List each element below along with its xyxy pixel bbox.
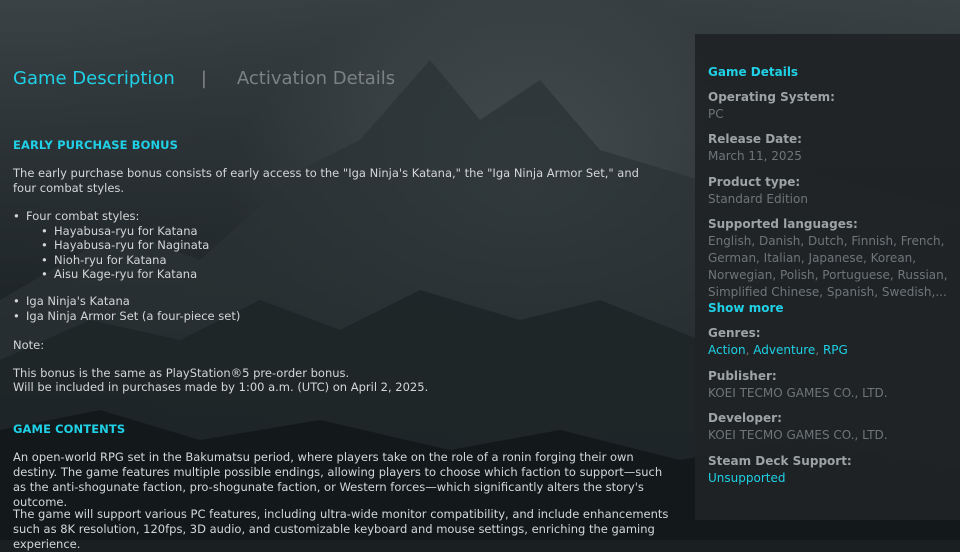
- genres-value: Action, Adventure, RPG: [708, 343, 848, 357]
- product-type-value: Standard Edition: [708, 192, 808, 206]
- description-tabs: Game Description | Activation Details: [13, 68, 395, 89]
- release-date-label: Release Date:: [708, 132, 802, 146]
- genre-link-action[interactable]: Action: [708, 343, 746, 357]
- show-more-link[interactable]: Show more: [708, 301, 784, 315]
- genre-link-adventure[interactable]: Adventure: [753, 343, 815, 357]
- os-label: Operating System:: [708, 90, 835, 104]
- developer-value: KOEI TECMO GAMES CO., LTD.: [708, 428, 888, 442]
- list-item: Aisu Kage-ryu for Katana: [54, 267, 209, 282]
- tab-game-description[interactable]: Game Description: [13, 68, 175, 89]
- developer-label: Developer:: [708, 411, 782, 425]
- early-bonus-intro: The early purchase bonus consists of ear…: [13, 166, 639, 195]
- release-date-value: March 11, 2025: [708, 149, 802, 163]
- list-item: Four combat styles: Hayabusa-ryu for Kat…: [26, 209, 209, 282]
- game-contents-para-2: The game will support various PC feature…: [13, 507, 669, 551]
- game-contents-heading: GAME CONTENTS: [13, 422, 126, 436]
- game-details-title: Game Details: [708, 65, 799, 79]
- list-item: Iga Ninja's Katana: [26, 294, 240, 309]
- note-label: Note:: [13, 338, 45, 352]
- game-contents-para-1: An open-world RPG set in the Bakumatsu p…: [13, 450, 663, 509]
- languages-value: English, Danish, Dutch, Finnish, French,…: [708, 234, 948, 299]
- early-bonus-heading: EARLY PURCHASE BONUS: [13, 138, 178, 152]
- note-line-1: This bonus is the same as PlayStation®5 …: [13, 366, 350, 380]
- bonus-items-list: Iga Ninja's Katana Iga Ninja Armor Set (…: [26, 294, 240, 323]
- list-item: Nioh-ryu for Katana: [54, 253, 209, 268]
- product-type-label: Product type:: [708, 175, 801, 189]
- bonus-list: Four combat styles: Hayabusa-ryu for Kat…: [26, 209, 209, 282]
- note-line-2: Will be included in purchases made by 1:…: [13, 380, 429, 394]
- tab-activation-details[interactable]: Activation Details: [237, 68, 395, 89]
- genres-label: Genres:: [708, 326, 761, 340]
- list-item: Iga Ninja Armor Set (a four-piece set): [26, 309, 240, 324]
- steam-deck-value[interactable]: Unsupported: [708, 470, 953, 487]
- list-item: Hayabusa-ryu for Katana: [54, 224, 209, 239]
- genre-link-rpg[interactable]: RPG: [823, 343, 848, 357]
- tab-separator: |: [200, 68, 207, 89]
- publisher-value: KOEI TECMO GAMES CO., LTD.: [708, 386, 888, 400]
- steam-deck-label: Steam Deck Support:: [708, 454, 852, 468]
- languages-label: Supported languages:: [708, 217, 858, 231]
- combat-styles-list: Hayabusa-ryu for Katana Hayabusa-ryu for…: [26, 224, 209, 282]
- main-content: Game Description | Activation Details EA…: [0, 0, 690, 551]
- list-item: Hayabusa-ryu for Naginata: [54, 238, 209, 253]
- game-details-panel: Game Details Operating System: PC Releas…: [695, 34, 960, 520]
- publisher-label: Publisher:: [708, 369, 777, 383]
- os-value: PC: [708, 107, 724, 121]
